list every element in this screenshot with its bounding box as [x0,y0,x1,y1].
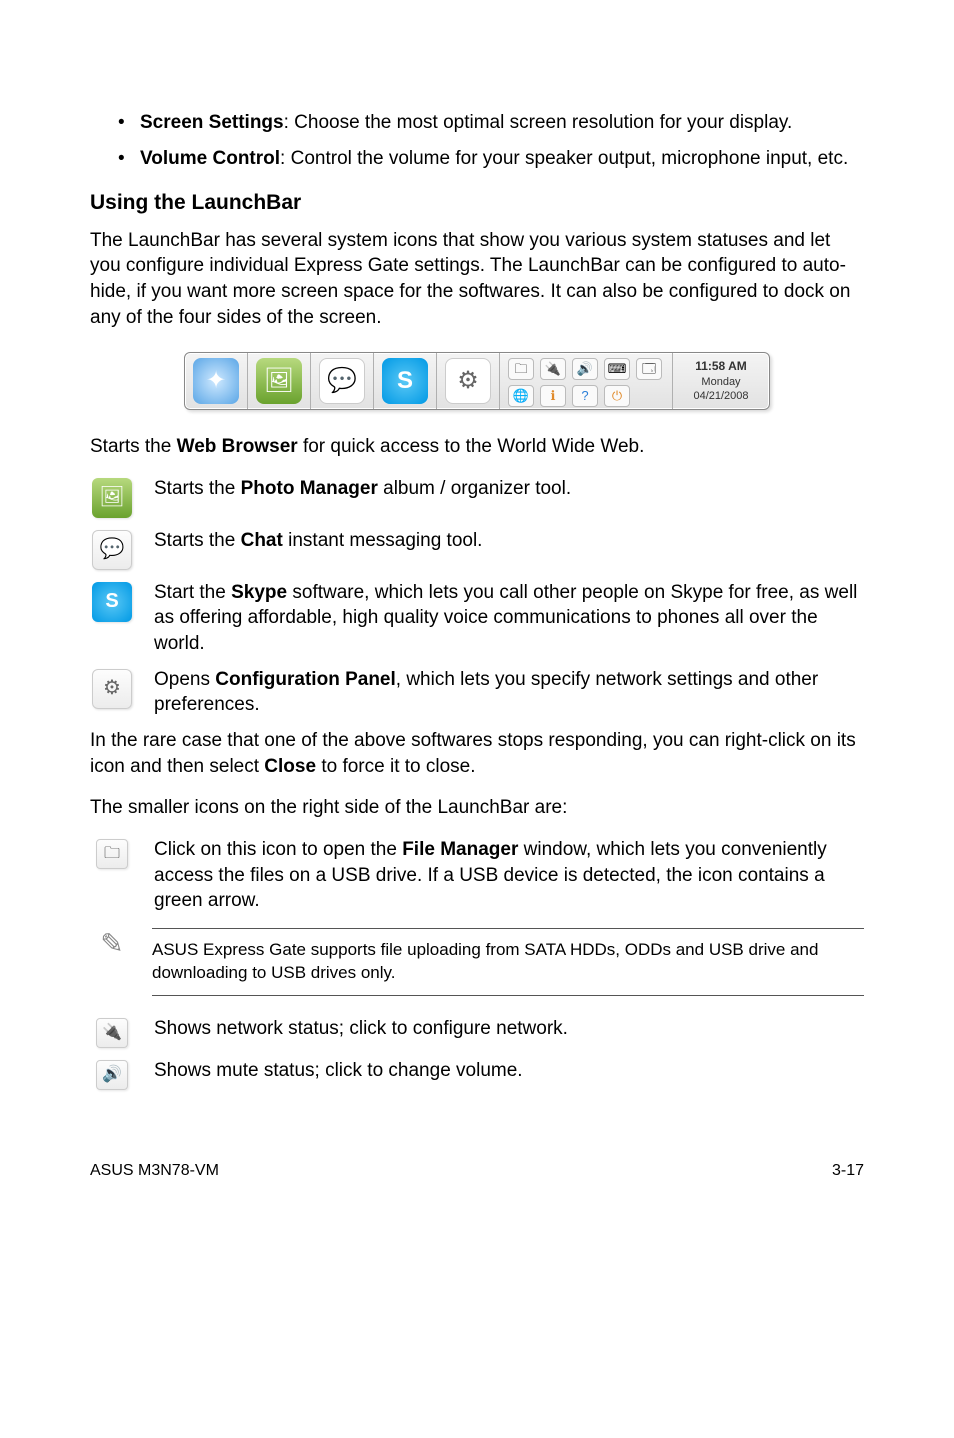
launchbar-illustration: ✦ 🖼 💬 S ⚙ 🗀 🔌 🔊 ⌨ 🗔 🌐 ℹ ? ⏻ 11:58 AM Mon… [90,352,864,410]
note-icon: ✎ [91,924,133,964]
keyboard-icon[interactable]: ⌨ [604,358,630,380]
config-panel-icon: ⚙ [445,358,491,404]
small-icons-header: The smaller icons on the right side of t… [90,795,864,821]
close-note: In the rare case that one of the above s… [90,728,864,779]
volume-icon[interactable]: 🔊 [572,358,598,380]
intro-paragraph: The LaunchBar has several system icons t… [90,228,864,331]
config-panel-row: ⚙ Opens Configuration Panel, which lets … [90,667,864,718]
launchbar-chat[interactable]: 💬 [311,353,374,409]
photo-manager-icon: 🖼 [256,358,302,404]
launchbar-clock: 11:58 AM Monday 04/21/2008 [673,353,769,409]
launchbar-web-browser[interactable]: ✦ [185,353,248,409]
chat-icon: 💬 [92,530,132,570]
file-manager-icon[interactable]: 🗀 [508,358,534,380]
clock-date: 04/21/2008 [693,389,748,403]
bullet-item: Volume Control: Control the volume for y… [118,146,864,172]
launchbar-photo-manager[interactable]: 🖼 [248,353,311,409]
footer-page-number: 3-17 [832,1160,864,1182]
section-heading: Using the LaunchBar [90,189,864,217]
launchbar-skype[interactable]: S [374,353,437,409]
web-browser-icon: ✦ [193,358,239,404]
skype-icon: S [92,582,132,622]
launchbar-small-icons: 🗀 🔌 🔊 ⌨ 🗔 🌐 ℹ ? ⏻ [500,353,673,409]
launchbar: ✦ 🖼 💬 S ⚙ 🗀 🔌 🔊 ⌨ 🗔 🌐 ℹ ? ⏻ 11:58 AM Mon… [184,352,770,410]
bullet-text: : Choose the most optimal screen resolut… [284,112,793,133]
clock-day: Monday [701,375,740,389]
skype-row: S Start the Skype software, which lets y… [90,580,864,657]
note-box-row: ✎ ASUS Express Gate supports file upload… [90,924,864,1016]
photo-manager-row: 🖼 Starts the Photo Manager album / organ… [90,476,864,518]
feature-bullet-list: Screen Settings: Choose the most optimal… [90,110,864,171]
file-manager-icon: 🗀 [96,839,128,869]
mute-status-row: 🔊 Shows mute status; click to change vol… [90,1058,864,1090]
bullet-text: : Control the volume for your speaker ou… [280,148,848,169]
clock-time: 11:58 AM [695,359,747,375]
network-status-icon: 🔌 [96,1018,128,1048]
photo-manager-icon: 🖼 [92,478,132,518]
globe-icon[interactable]: 🌐 [508,385,534,407]
task-manager-icon[interactable]: 🗔 [636,358,662,380]
bullet-item: Screen Settings: Choose the most optimal… [118,110,864,136]
web-browser-line: Starts the Web Browser for quick access … [90,434,864,460]
chat-row: 💬 Starts the Chat instant messaging tool… [90,528,864,570]
file-manager-row: 🗀 Click on this icon to open the File Ma… [90,837,864,914]
skype-icon: S [382,358,428,404]
bullet-label: Screen Settings [140,112,284,133]
volume-icon: 🔊 [96,1060,128,1090]
network-status-icon[interactable]: 🔌 [540,358,566,380]
power-icon[interactable]: ⏻ [604,385,630,407]
info-icon[interactable]: ℹ [540,385,566,407]
help-icon[interactable]: ? [572,385,598,407]
page-footer: ASUS M3N78-VM 3-17 [90,1160,864,1182]
footer-model: ASUS M3N78-VM [90,1160,219,1182]
launchbar-config-panel[interactable]: ⚙ [437,353,500,409]
note-box: ASUS Express Gate supports file uploadin… [152,928,864,996]
bullet-label: Volume Control [140,148,280,169]
chat-icon: 💬 [319,358,365,404]
network-status-row: 🔌 Shows network status; click to configu… [90,1016,864,1048]
config-panel-icon: ⚙ [92,669,132,709]
